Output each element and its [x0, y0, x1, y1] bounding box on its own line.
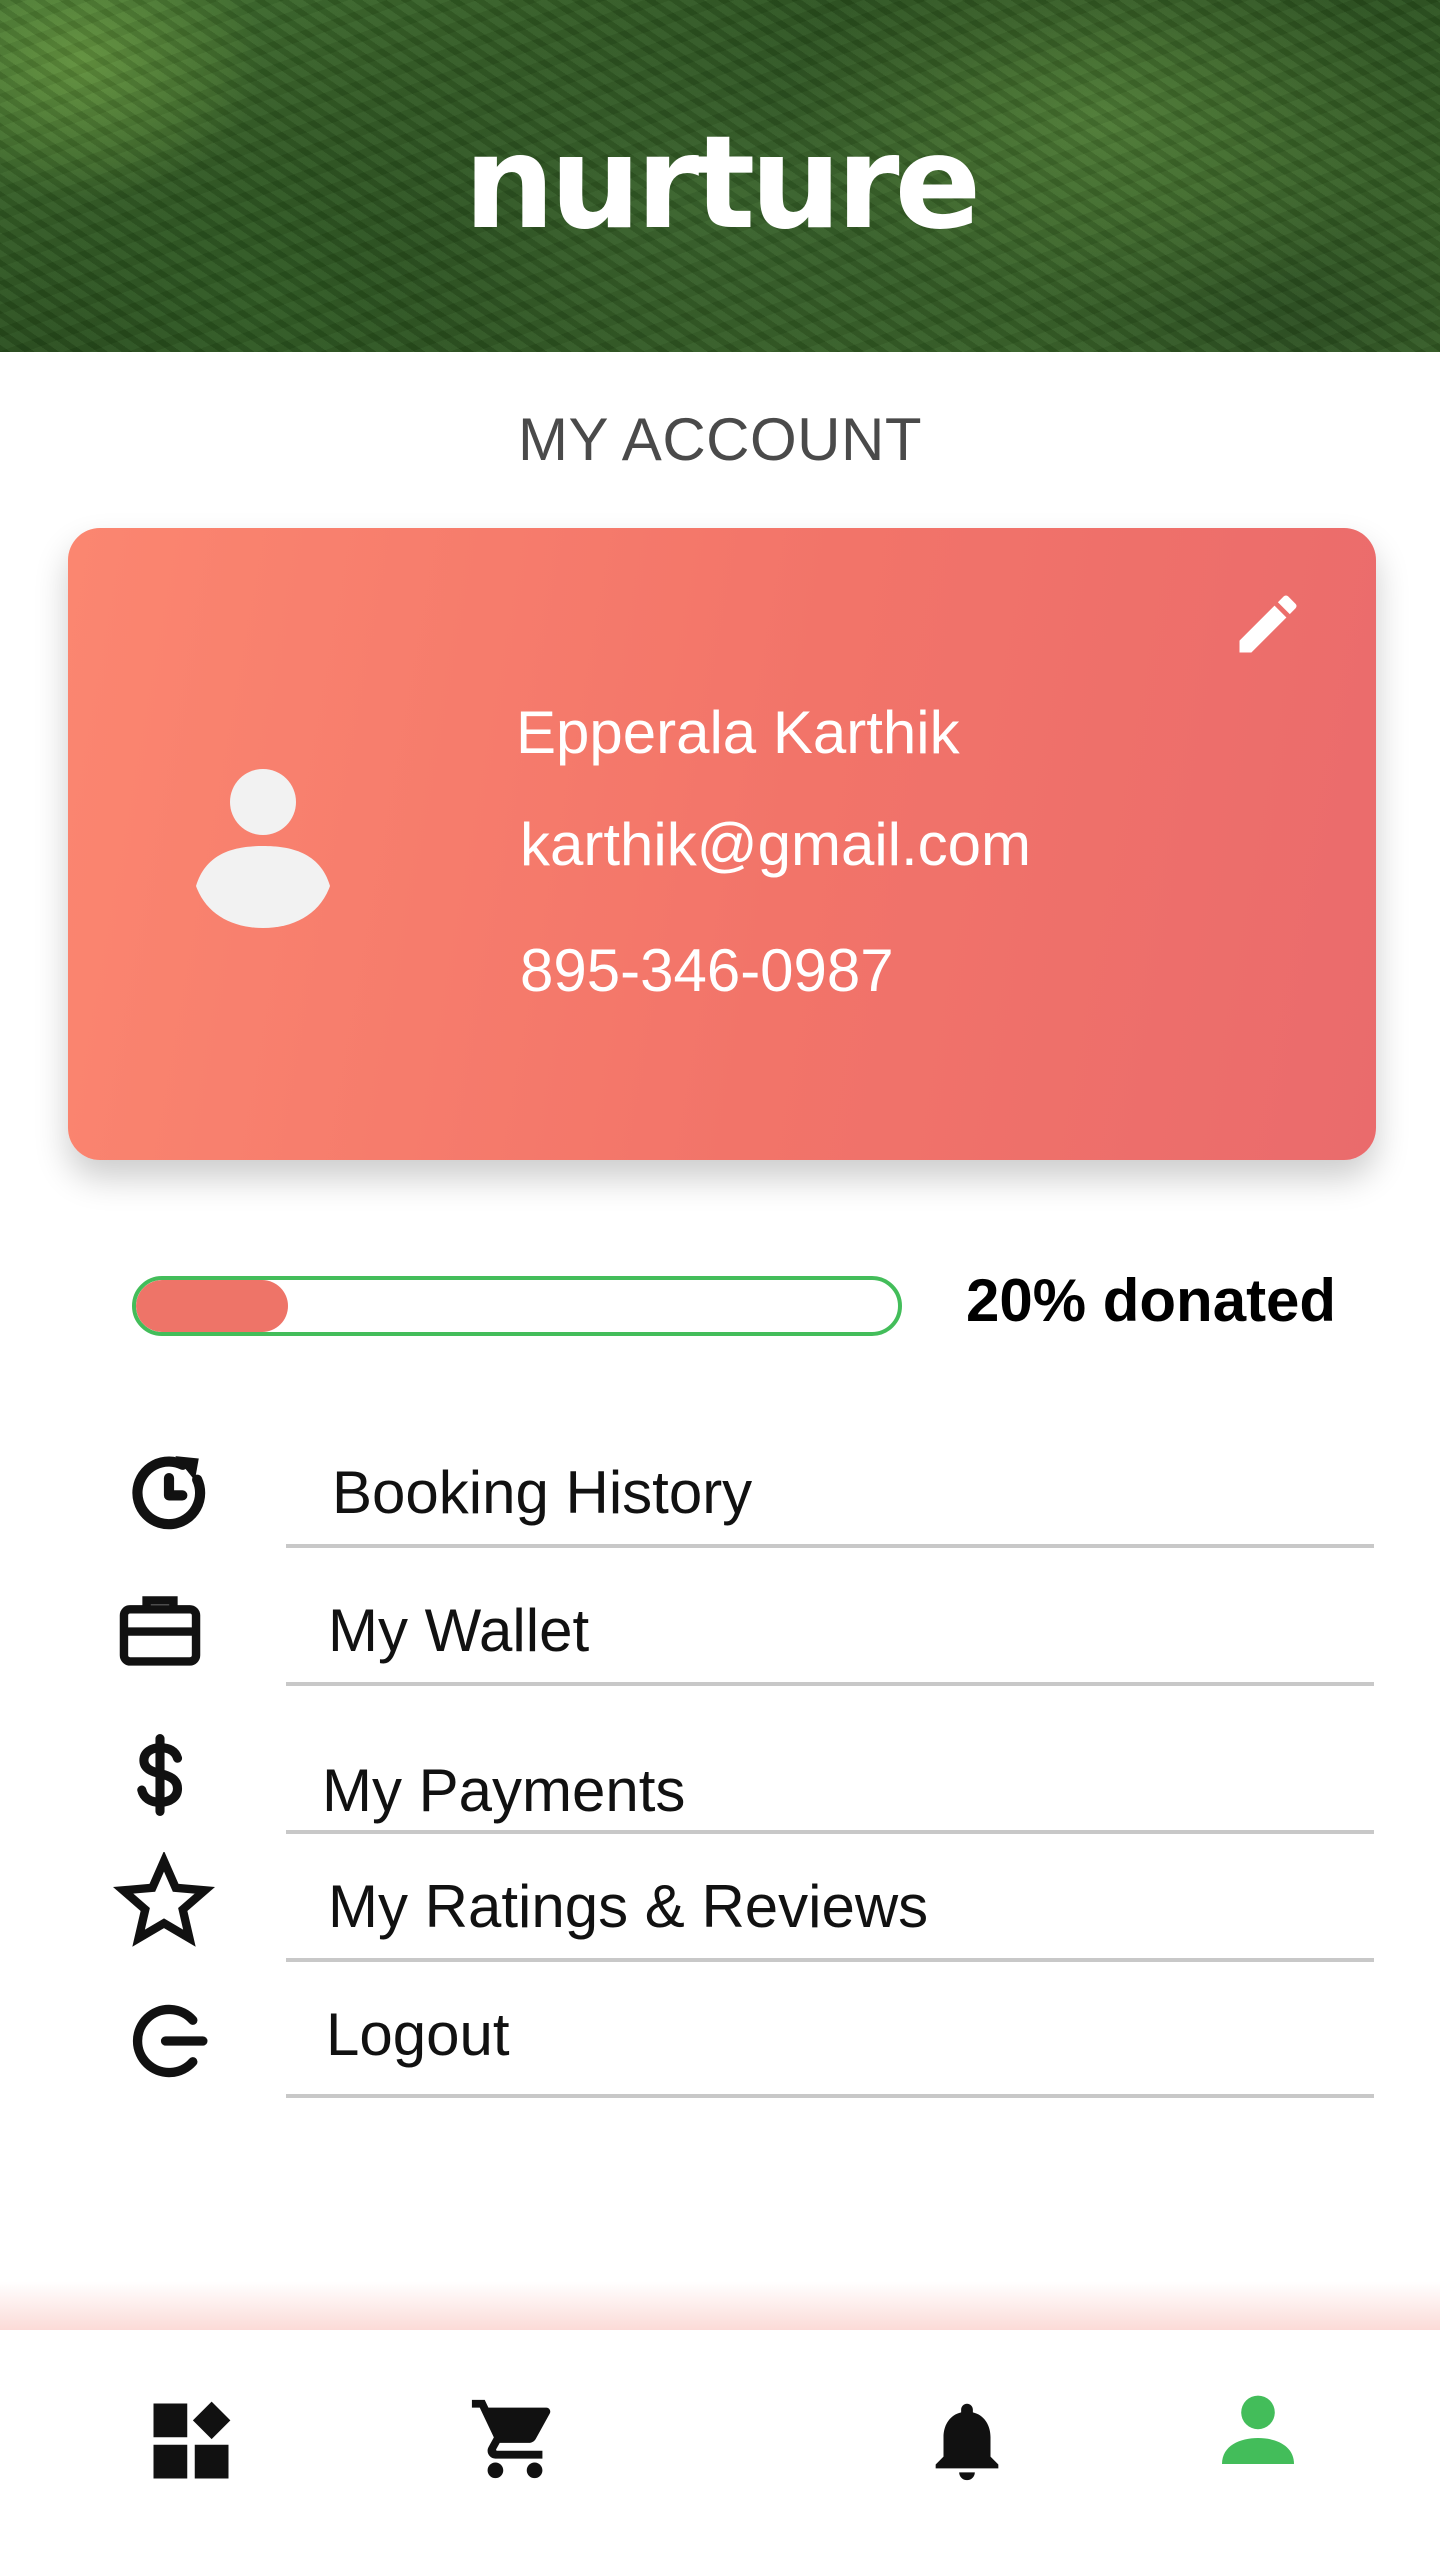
donation-progress-label: 20% donated — [966, 1267, 1337, 1334]
menu-item-booking-history[interactable]: Booking History — [0, 1440, 1440, 1550]
divider — [286, 1544, 1374, 1548]
dashboard-icon[interactable] — [146, 2396, 236, 2486]
donation-progress-fill — [136, 1280, 289, 1332]
menu-item-my-payments[interactable]: My Payments — [0, 1716, 1440, 1846]
star-icon — [112, 1852, 216, 1947]
menu-item-label: Logout — [326, 2001, 510, 2068]
bottom-nav — [0, 2330, 1440, 2560]
divider — [286, 1830, 1374, 1834]
divider — [286, 1958, 1374, 1962]
menu-item-label: My Ratings & Reviews — [328, 1873, 929, 1940]
menu-item-ratings-reviews[interactable]: My Ratings & Reviews — [0, 1846, 1440, 1966]
menu-item-label: My Wallet — [328, 1597, 590, 1664]
profile-name: Epperala Karthik — [516, 699, 960, 766]
donation-progress-bar — [132, 1276, 902, 1336]
page-title: MY ACCOUNT — [518, 406, 922, 473]
menu-item-label: My Payments — [322, 1757, 686, 1824]
menu-item-logout[interactable]: Logout — [0, 1976, 1440, 2116]
cart-icon[interactable] — [468, 2392, 562, 2486]
dollar-icon — [137, 1734, 183, 1816]
person-icon[interactable] — [1210, 2382, 1306, 2478]
logout-icon — [132, 2004, 208, 2078]
history-icon — [132, 1456, 206, 1530]
avatar-icon — [196, 769, 330, 928]
menu-item-label: Booking History — [332, 1459, 753, 1526]
divider — [286, 1682, 1374, 1686]
bottom-nav-shadow — [0, 2282, 1440, 2332]
header-banner: nurture — [0, 0, 1440, 352]
brand-logo: nurture — [463, 109, 982, 258]
menu-item-my-wallet[interactable]: My Wallet — [0, 1578, 1440, 1688]
edit-icon[interactable] — [1230, 586, 1306, 662]
profile-card: Epperala Karthik karthik@gmail.com 895-3… — [68, 528, 1376, 1160]
divider — [286, 2094, 1374, 2098]
profile-phone: 895-346-0987 — [520, 937, 894, 1004]
bell-icon[interactable] — [920, 2394, 1014, 2488]
profile-email: karthik@gmail.com — [520, 811, 1032, 878]
briefcase-icon — [119, 1596, 201, 1666]
